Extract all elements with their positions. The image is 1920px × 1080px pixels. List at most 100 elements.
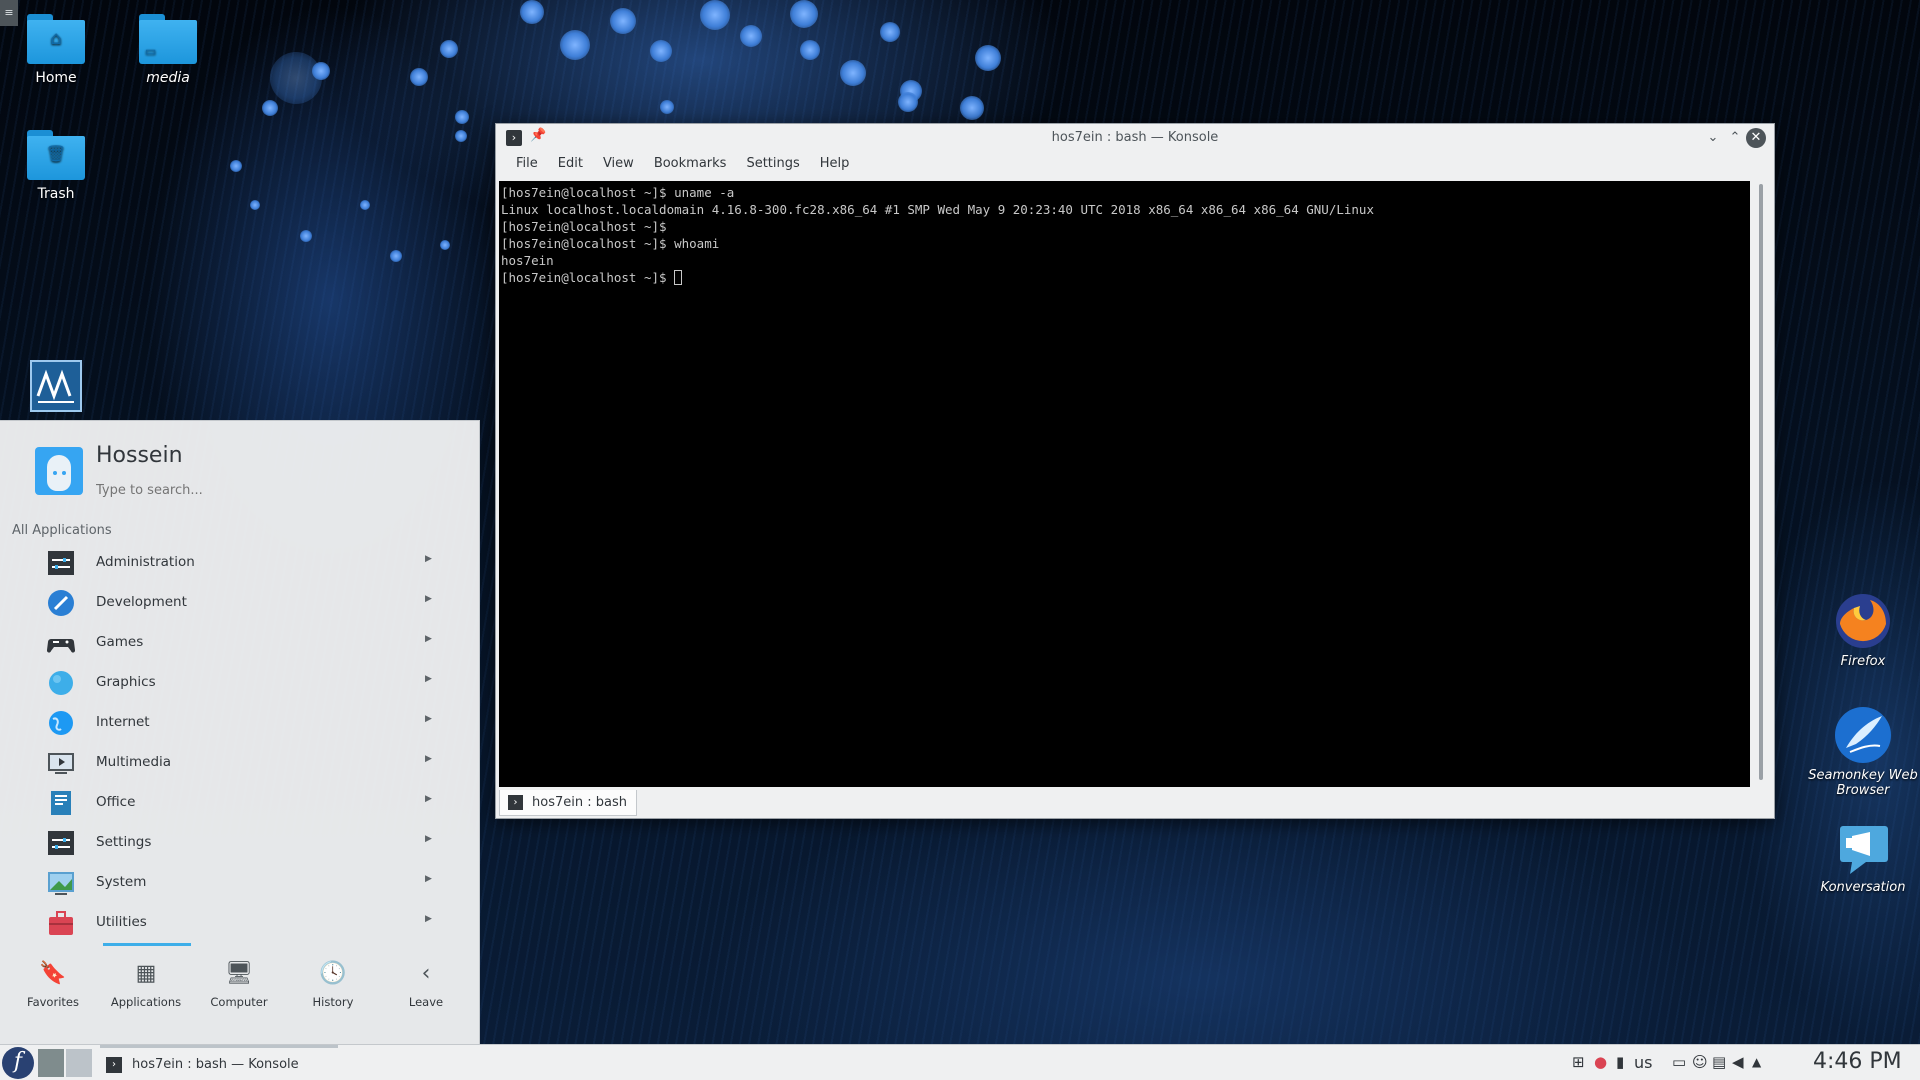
user-avatar[interactable]: [35, 447, 83, 495]
chevron-right-icon: ▶: [425, 554, 432, 564]
category-settings[interactable]: Settings ▶: [0, 823, 480, 863]
menu-bookmarks[interactable]: Bookmarks: [644, 152, 737, 176]
clipboard-tray-icon[interactable]: ▤: [1712, 1053, 1726, 1071]
terminal-prompt-line: [hos7ein@localhost ~]$: [501, 269, 1748, 286]
category-label: Multimedia: [96, 754, 172, 770]
chevron-right-icon: ▶: [425, 714, 432, 724]
minimize-button[interactable]: ⌄: [1704, 129, 1722, 147]
desktop-icon-label: Seamonkey Web Browser: [1808, 768, 1918, 798]
development-icon: [48, 590, 74, 616]
office-icon: [51, 791, 71, 815]
tab-applications[interactable]: ▦ Applications: [101, 961, 191, 1009]
terminal-tab-icon: ›: [508, 795, 523, 810]
tab-label: Computer: [210, 995, 268, 1009]
desktop-toolbox-button[interactable]: ≡: [0, 0, 18, 26]
menu-help[interactable]: Help: [810, 152, 860, 176]
volume-tray-icon[interactable]: ◀: [1732, 1053, 1744, 1071]
category-internet[interactable]: Internet ▶: [0, 703, 480, 743]
session-tab[interactable]: › hos7ein : bash: [499, 790, 637, 816]
usb-tray-icon[interactable]: ▮: [1616, 1053, 1624, 1071]
category-list: Administration ▶ Development ▶ Games ▶ G…: [0, 543, 480, 943]
desktop-icon-firefox[interactable]: Firefox: [1808, 590, 1918, 669]
computer-icon: 🖥: [225, 961, 253, 986]
keyboard-layout[interactable]: us: [1634, 1053, 1652, 1072]
user-tray-icon[interactable]: ☺: [1692, 1053, 1708, 1071]
scrollbar-thumb[interactable]: [1759, 184, 1763, 780]
desktop-icon-home[interactable]: ⌂ Home: [8, 14, 104, 86]
window-titlebar[interactable]: › 📌 hos7ein : bash — Konsole ⌄ ⌃ ✕: [496, 124, 1774, 152]
terminal-area[interactable]: [hos7ein@localhost ~]$ uname -a Linux loc…: [499, 181, 1750, 787]
session-tabbar: › hos7ein : bash: [496, 787, 1774, 818]
menu-file[interactable]: File: [506, 152, 548, 176]
category-label: Internet: [96, 714, 150, 730]
display-tray-icon[interactable]: ▭: [1672, 1053, 1686, 1071]
virtual-desktop-pager[interactable]: [38, 1049, 92, 1077]
close-button[interactable]: ✕: [1746, 128, 1766, 148]
window-title: hos7ein : bash — Konsole: [1051, 130, 1219, 145]
gamepad-icon: [47, 639, 75, 653]
seamonkey-icon: [1835, 707, 1891, 763]
system-monitor-desktop-icon[interactable]: [30, 360, 82, 412]
application-launcher-button[interactable]: f: [2, 1047, 34, 1079]
menu-settings[interactable]: Settings: [736, 152, 809, 176]
chevron-right-icon: ▶: [425, 794, 432, 804]
tab-favorites[interactable]: 🔖 Favorites: [8, 961, 98, 1009]
menubar: File Edit View Bookmarks Settings Help: [496, 152, 1774, 176]
konsole-window[interactable]: › 📌 hos7ein : bash — Konsole ⌄ ⌃ ✕ File …: [495, 123, 1775, 819]
tab-computer[interactable]: 🖥 Computer: [194, 961, 284, 1009]
desktop-icon-trash[interactable]: 🗑 Trash: [8, 130, 104, 202]
category-multimedia[interactable]: Multimedia ▶: [0, 743, 480, 783]
category-office[interactable]: Office ▶: [0, 783, 480, 823]
terminal-line: [hos7ein@localhost ~]$ whoami: [501, 236, 720, 251]
tab-history[interactable]: 🕓 History: [288, 961, 378, 1009]
settings-icon: [48, 831, 74, 855]
desktop-icon-label: Home: [35, 70, 77, 86]
user-name: Hossein: [96, 443, 183, 468]
expand-tray-icon[interactable]: ▲: [1752, 1055, 1761, 1069]
bookmark-icon: 🔖: [39, 961, 67, 986]
chevron-right-icon: ▶: [425, 594, 432, 604]
desktop-icon-konversation[interactable]: Konversation: [1808, 822, 1918, 895]
desktop-2[interactable]: [66, 1049, 92, 1077]
tab-leave[interactable]: ‹ Leave: [381, 961, 471, 1009]
utilities-icon: [49, 911, 73, 935]
chevron-right-icon: ▶: [425, 674, 432, 684]
tab-label: Favorites: [27, 995, 79, 1009]
category-graphics[interactable]: Graphics ▶: [0, 663, 480, 703]
session-tab-label: hos7ein : bash: [532, 795, 627, 810]
menu-edit[interactable]: Edit: [548, 152, 593, 176]
terminal-cursor: [674, 270, 683, 285]
updates-tray-icon[interactable]: ●: [1594, 1053, 1607, 1071]
terminal-task-icon: ›: [106, 1057, 122, 1073]
terminal-scrollbar[interactable]: [1756, 184, 1766, 784]
chevron-right-icon: ▶: [425, 834, 432, 844]
category-development[interactable]: Development ▶: [0, 583, 480, 623]
category-administration[interactable]: Administration ▶: [0, 543, 480, 583]
internet-icon: [49, 711, 73, 735]
category-label: Graphics: [96, 674, 156, 690]
firefox-icon: [1836, 594, 1890, 648]
maximize-button[interactable]: ⌃: [1726, 129, 1744, 147]
category-label: Settings: [96, 834, 152, 850]
launcher-tabbar: 🔖 Favorites ▦ Applications 🖥 Computer 🕓 …: [0, 943, 480, 1043]
desktop-icon-label: Firefox: [1840, 654, 1886, 669]
category-system[interactable]: System ▶: [0, 863, 480, 903]
grid-icon: ▦: [135, 961, 157, 986]
clock[interactable]: 4:46 PM: [1813, 1049, 1902, 1074]
desktop-icon-label: media: [146, 70, 190, 86]
search-input[interactable]: [96, 483, 456, 498]
desktop-icon-seamonkey[interactable]: Seamonkey Web Browser: [1808, 704, 1918, 798]
menu-view[interactable]: View: [593, 152, 644, 176]
category-label: System: [96, 874, 147, 890]
desktop-icon-media[interactable]: ▭ media: [120, 14, 216, 86]
network-tray-icon[interactable]: ⊞: [1572, 1053, 1585, 1071]
tab-label: History: [312, 995, 354, 1009]
desktop-1[interactable]: [38, 1049, 64, 1077]
category-games[interactable]: Games ▶: [0, 623, 480, 663]
waveform-icon: [36, 369, 74, 403]
category-utilities[interactable]: Utilities ▶: [0, 903, 480, 943]
konversation-icon: [1840, 826, 1888, 874]
graphics-icon: [49, 671, 73, 695]
terminal-line: Linux localhost.localdomain 4.16.8-300.f…: [501, 202, 1374, 217]
task-konsole[interactable]: › hos7ein : bash — Konsole: [100, 1045, 338, 1080]
